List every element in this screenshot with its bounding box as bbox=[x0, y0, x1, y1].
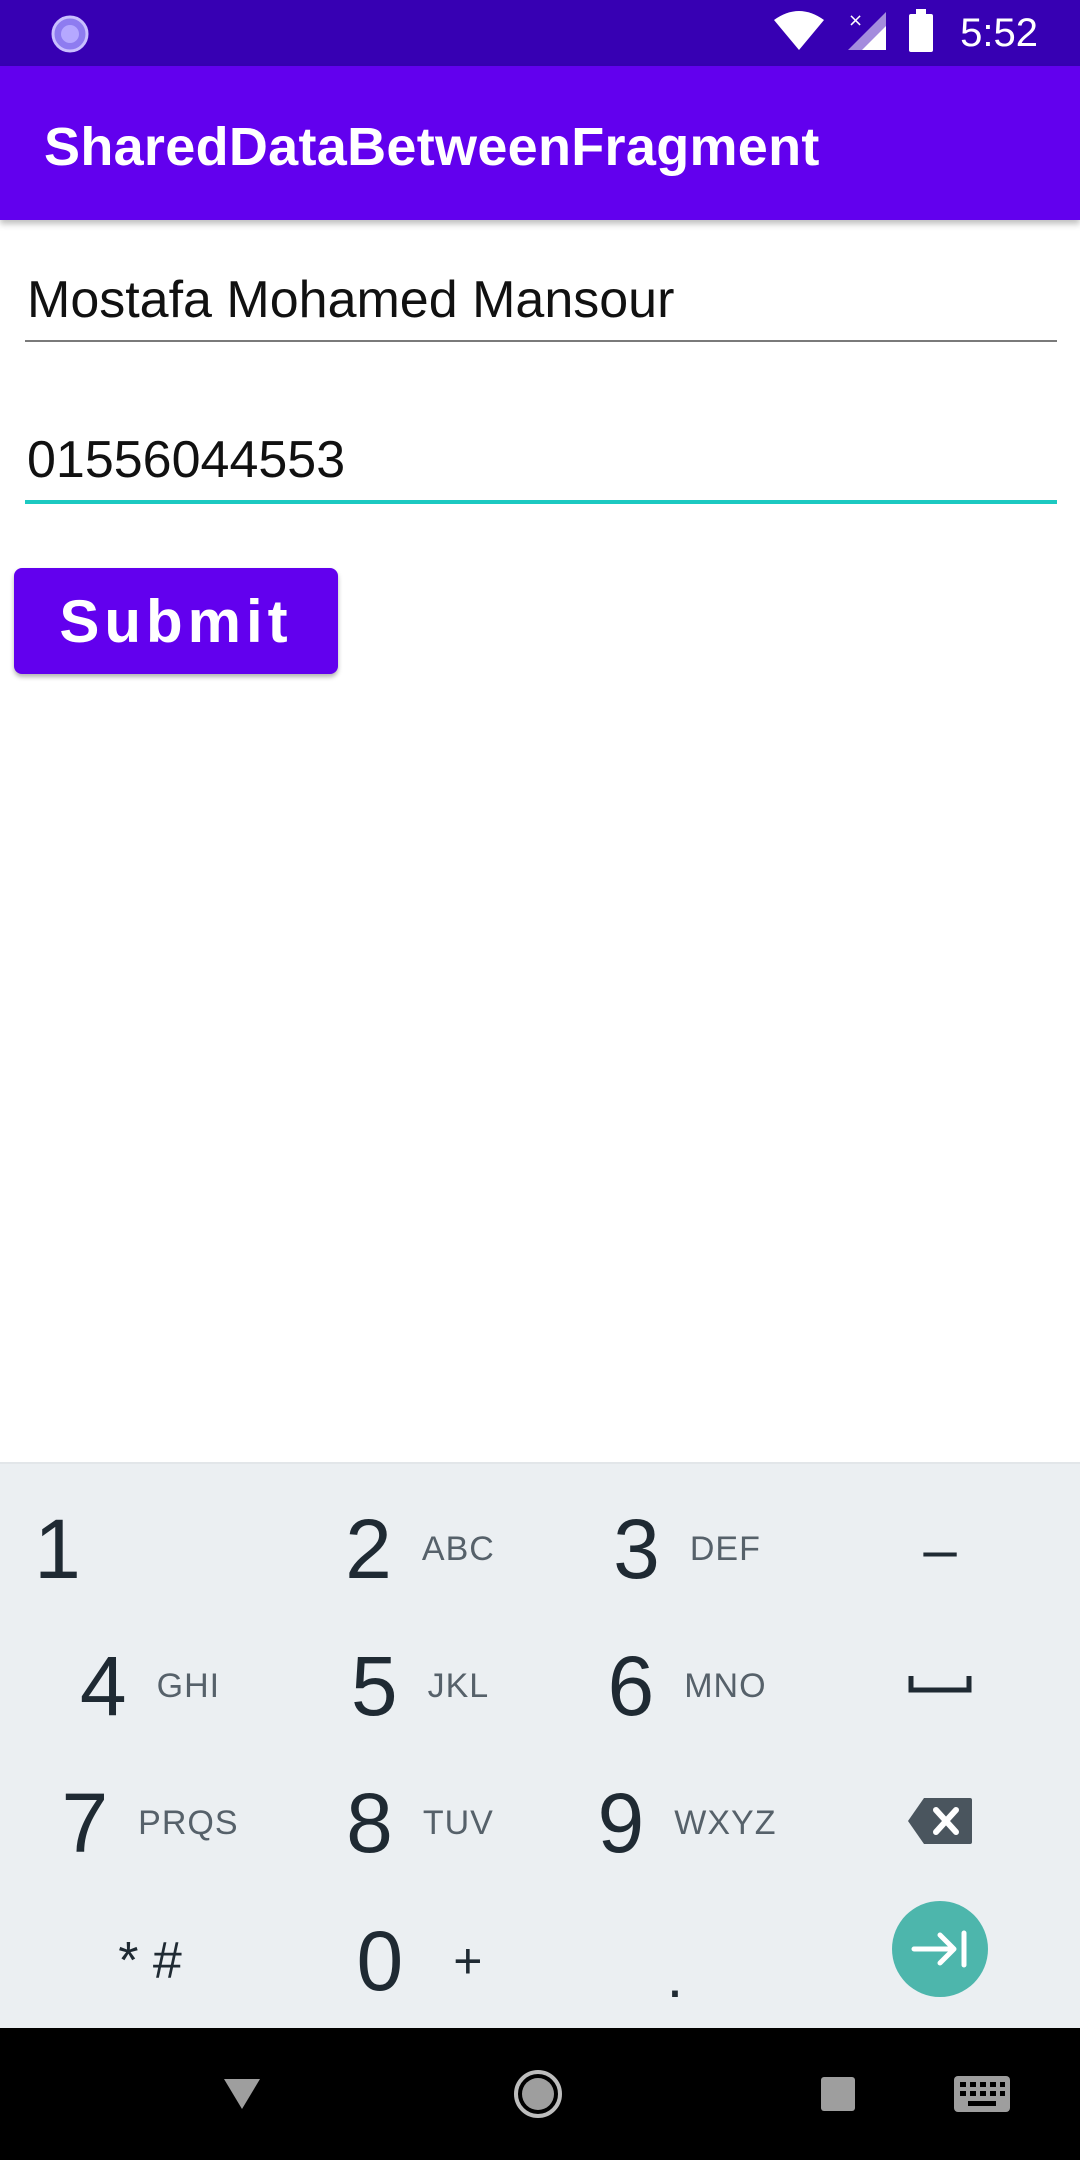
key-0-letters: + bbox=[453, 1933, 484, 1989]
key-6-letters: MNO bbox=[684, 1666, 767, 1705]
key-7-digit: 7 bbox=[61, 1775, 109, 1870]
recents-icon[interactable] bbox=[796, 2028, 880, 2160]
numeric-keyboard: 1 2 ABC 3 DEF – 4 GHI 5 JKL 6 MNO 7 PRQS… bbox=[0, 1462, 1080, 2030]
key-9[interactable]: 9 WXYZ bbox=[567, 1758, 807, 1888]
key-1[interactable]: 1 bbox=[0, 1484, 240, 1614]
key-3-digit: 3 bbox=[613, 1501, 660, 1596]
next-icon bbox=[892, 1901, 988, 1997]
name-field[interactable]: Mostafa Mohamed Mansour bbox=[25, 268, 1057, 342]
key-7[interactable]: 7 PRQS bbox=[30, 1758, 270, 1888]
battery-icon bbox=[908, 8, 934, 58]
key-0[interactable]: 0 + bbox=[300, 1896, 540, 2026]
key-9-letters: WXYZ bbox=[674, 1803, 777, 1842]
key-dash-symbol: – bbox=[923, 1515, 957, 1583]
key-star-hash[interactable]: * # bbox=[20, 1896, 260, 2026]
keyboard-switch-icon[interactable] bbox=[940, 2028, 1024, 2160]
key-2-digit: 2 bbox=[345, 1501, 392, 1596]
space-icon bbox=[908, 1672, 972, 1701]
key-8-digit: 8 bbox=[346, 1775, 393, 1870]
name-field-value: Mostafa Mohamed Mansour bbox=[27, 271, 675, 329]
key-5[interactable]: 5 JKL bbox=[300, 1621, 540, 1751]
app-bar: SharedDataBetweenFragment bbox=[0, 66, 1080, 220]
signal-icon: × bbox=[846, 10, 888, 57]
key-0-digit: 0 bbox=[356, 1913, 404, 2008]
status-time: 5:52 bbox=[960, 10, 1038, 55]
key-4[interactable]: 4 GHI bbox=[30, 1621, 270, 1751]
key-8-letters: TUV bbox=[422, 1803, 494, 1842]
wifi-icon bbox=[772, 10, 826, 57]
submit-button[interactable]: Submit bbox=[14, 568, 338, 674]
key-1-digit: 1 bbox=[34, 1501, 81, 1596]
back-icon[interactable] bbox=[200, 2028, 284, 2160]
svg-text:×: × bbox=[848, 10, 863, 31]
key-6-digit: 6 bbox=[607, 1638, 655, 1733]
key-5-digit: 5 bbox=[350, 1638, 398, 1733]
key-2[interactable]: 2 ABC bbox=[300, 1484, 540, 1614]
key-3-letters: DEF bbox=[689, 1529, 761, 1568]
key-backspace[interactable] bbox=[820, 1758, 1060, 1888]
key-dot-symbol: . bbox=[666, 1942, 684, 2010]
key-next[interactable] bbox=[820, 1884, 1060, 2014]
key-3[interactable]: 3 DEF bbox=[567, 1484, 807, 1614]
status-icons: × 5:52 bbox=[752, 0, 1038, 66]
key-dash[interactable]: – bbox=[820, 1484, 1060, 1614]
key-space[interactable] bbox=[820, 1621, 1060, 1751]
key-6[interactable]: 6 MNO bbox=[567, 1621, 807, 1751]
screen: × 5:52 SharedDataBetweenFragment Mostafa… bbox=[0, 0, 1080, 2160]
key-dot[interactable]: . bbox=[555, 1896, 795, 2026]
backspace-icon bbox=[906, 1796, 974, 1851]
key-5-letters: JKL bbox=[427, 1666, 490, 1705]
navigation-bar bbox=[0, 2028, 1080, 2160]
key-4-digit: 4 bbox=[79, 1638, 127, 1733]
key-2-letters: ABC bbox=[421, 1529, 495, 1568]
home-icon[interactable] bbox=[496, 2028, 580, 2160]
phone-field-value: 01556044553 bbox=[27, 431, 346, 489]
phone-field[interactable]: 01556044553 bbox=[25, 428, 1057, 504]
status-bar: × 5:52 bbox=[0, 0, 1080, 66]
key-7-letters: PRQS bbox=[138, 1803, 239, 1842]
key-star-hash-symbol: * # bbox=[118, 1932, 182, 1990]
key-4-letters: GHI bbox=[156, 1666, 221, 1705]
app-notification-icon bbox=[50, 14, 90, 54]
key-8[interactable]: 8 TUV bbox=[300, 1758, 540, 1888]
app-title: SharedDataBetweenFragment bbox=[44, 117, 820, 177]
key-9-digit: 9 bbox=[597, 1775, 645, 1870]
